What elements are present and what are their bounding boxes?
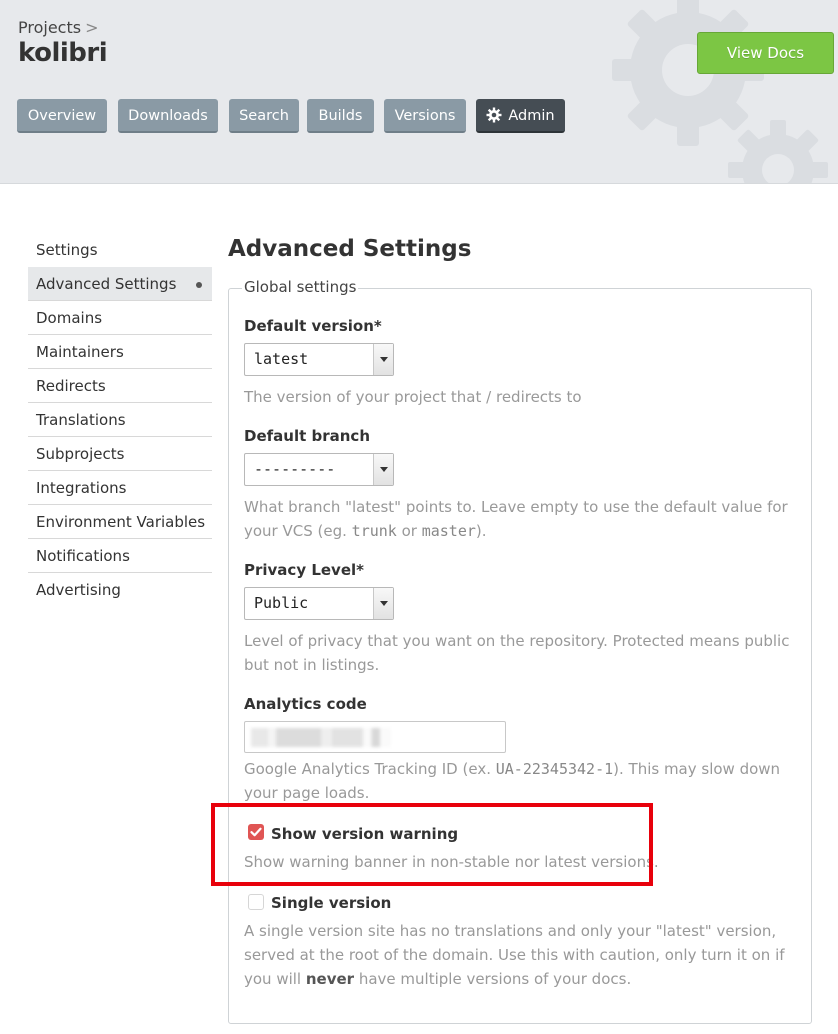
breadcrumb: Projects > xyxy=(18,18,98,37)
single-version-help: A single version site has no translation… xyxy=(244,919,804,991)
analytics-code-help: Google Analytics Tracking ID (ex. UA-223… xyxy=(244,757,804,805)
sidebar-item-advertising[interactable]: Advertising xyxy=(28,573,212,607)
breadcrumb-separator: > xyxy=(85,18,99,37)
tab-downloads[interactable]: Downloads xyxy=(118,99,218,133)
tab-admin-label: Admin xyxy=(508,108,555,124)
sidebar-item-settings[interactable]: Settings xyxy=(28,233,212,267)
tab-search[interactable]: Search xyxy=(229,99,299,133)
sidebar-item-maintainers[interactable]: Maintainers xyxy=(28,335,212,369)
privacy-level-select[interactable]: Public xyxy=(244,587,394,620)
sidebar-item-subprojects[interactable]: Subprojects xyxy=(28,437,212,471)
default-branch-label: Default branch xyxy=(244,427,370,445)
tab-builds[interactable]: Builds xyxy=(307,99,374,133)
sidebar-item-label: Advanced Settings xyxy=(36,275,177,293)
active-indicator-icon xyxy=(196,282,202,288)
help-text: Google Analytics Tracking ID (ex. xyxy=(244,760,496,778)
breadcrumb-projects-link[interactable]: Projects xyxy=(18,18,81,37)
default-version-help: The version of your project that / redir… xyxy=(244,388,582,406)
default-version-label: Default version* xyxy=(244,317,382,335)
redacted-value xyxy=(251,728,391,747)
analytics-code-input[interactable] xyxy=(244,721,506,753)
default-version-select[interactable]: latest xyxy=(244,343,394,376)
gear-icon xyxy=(486,107,502,123)
single-version-checkbox[interactable] xyxy=(248,894,264,910)
tab-admin[interactable]: Admin xyxy=(476,99,565,133)
tab-overview[interactable]: Overview xyxy=(17,99,107,133)
help-text: have multiple versions of your docs. xyxy=(354,970,632,988)
admin-sidebar: Settings Advanced Settings Domains Maint… xyxy=(28,233,212,607)
chevron-down-icon xyxy=(373,454,393,485)
help-emphasis: never xyxy=(305,970,355,988)
project-title[interactable]: kolibri xyxy=(18,38,108,68)
sidebar-item-redirects[interactable]: Redirects xyxy=(28,369,212,403)
chevron-down-icon xyxy=(373,588,393,619)
gears-decoration-icon xyxy=(612,0,828,183)
default-branch-value: --------- xyxy=(254,460,336,478)
sidebar-item-advanced-settings[interactable]: Advanced Settings xyxy=(28,267,212,301)
chevron-down-icon xyxy=(373,344,393,375)
sidebar-item-environment-variables[interactable]: Environment Variables xyxy=(28,505,212,539)
default-branch-help: What branch "latest" points to. Leave em… xyxy=(244,495,804,543)
default-branch-select[interactable]: --------- xyxy=(244,453,394,486)
help-text: ). xyxy=(475,522,487,540)
single-version-label[interactable]: Single version xyxy=(271,894,391,912)
annotation-highlight-box xyxy=(211,803,653,886)
code-tracking-id: UA-22345342-1 xyxy=(495,760,614,778)
sidebar-item-domains[interactable]: Domains xyxy=(28,301,212,335)
code-master: master xyxy=(421,522,476,540)
code-trunk: trunk xyxy=(351,522,397,540)
privacy-level-help: Level of privacy that you want on the re… xyxy=(244,632,790,674)
sidebar-item-notifications[interactable]: Notifications xyxy=(28,539,212,573)
help-text: or xyxy=(396,522,422,540)
tab-versions[interactable]: Versions xyxy=(384,99,466,133)
page-title: Advanced Settings xyxy=(228,236,472,262)
help-text: What branch "latest" points to. Leave em… xyxy=(244,498,788,540)
sidebar-item-translations[interactable]: Translations xyxy=(28,403,212,437)
analytics-code-label: Analytics code xyxy=(244,695,367,713)
privacy-level-label: Privacy Level* xyxy=(244,561,364,579)
project-header: Projects > kolibri View Docs Overview Dow… xyxy=(0,0,838,184)
fieldset-legend: Global settings xyxy=(242,278,359,296)
view-docs-button[interactable]: View Docs xyxy=(697,32,834,74)
privacy-level-value: Public xyxy=(254,594,309,612)
default-version-value: latest xyxy=(254,350,309,368)
sidebar-item-integrations[interactable]: Integrations xyxy=(28,471,212,505)
